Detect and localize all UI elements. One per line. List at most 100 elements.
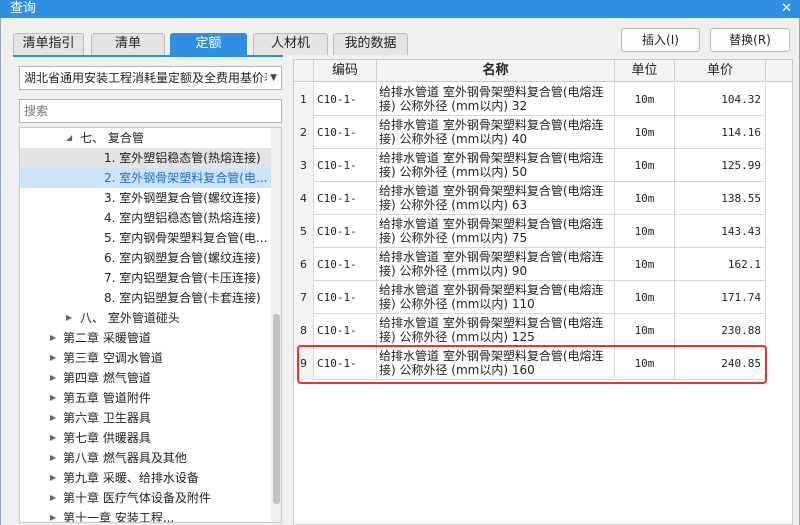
tree-item-label: 第五章 管道附件	[63, 391, 151, 405]
tree-item[interactable]: ◢ 七、 复合管	[20, 128, 273, 148]
table-header: 编码 名称 单位 单价	[294, 60, 792, 82]
tree-item[interactable]: 8. 室内铝塑复合管(卡套连接)	[20, 288, 273, 308]
expand-arrow-icon[interactable]: ▶	[50, 428, 56, 448]
row-unit: 10m	[615, 83, 675, 116]
tree-item-label: 第四章 燃气管道	[63, 371, 151, 385]
row-unit: 10m	[615, 347, 675, 380]
table-row[interactable]: 3C10-1-379给排水管道 室外钢骨架塑料复合管(电熔连接) 公称外径 (m…	[294, 149, 766, 182]
tab-quota[interactable]: 定额	[170, 33, 247, 55]
tab-my-data[interactable]: 我的数据	[333, 33, 408, 55]
window-titlebar: 查询 ✕	[0, 0, 800, 18]
row-code: C10-1-384	[314, 314, 377, 347]
tree-item[interactable]: ▶ 第十一章 安装工程...	[20, 508, 273, 522]
row-code: C10-1-381	[314, 215, 377, 248]
search-input[interactable]	[19, 99, 282, 123]
header-code[interactable]: 编码	[314, 60, 377, 82]
tree-item-label: 八、 室外管道碰头	[80, 311, 180, 325]
row-unit: 10m	[615, 314, 675, 347]
tree-item-label: 8. 室内铝塑复合管(卡套连接)	[104, 291, 261, 305]
tree-item[interactable]: ▶ 第七章 供暖器具	[20, 428, 273, 448]
tab-bill-guide[interactable]: 清单指引	[13, 33, 84, 55]
tree-item[interactable]: 4. 室内塑铝稳态管(热熔连接)	[20, 208, 273, 228]
tree-item[interactable]: 7. 室内铝塑复合管(卡压连接)	[20, 268, 273, 288]
dialog-body: 清单指引 清单 定额 人材机 我的数据 插入(I) 替换(R) 湖北省通用安装工…	[0, 18, 800, 525]
quota-library-select[interactable]: 湖北省通用安装工程消耗量定额及全费用基价表 ▼	[19, 66, 282, 90]
row-index: 4	[294, 182, 314, 215]
chevron-down-icon[interactable]: ▼	[267, 67, 277, 89]
tree-item[interactable]: ▶ 第十章 医疗气体设备及附件	[20, 488, 273, 508]
row-code: C10-1-378	[314, 116, 377, 149]
expand-arrow-icon[interactable]: ▶	[50, 368, 56, 388]
tree-item[interactable]: ▶ 第三章 空调水管道	[20, 348, 273, 368]
table-row[interactable]: 5C10-1-381给排水管道 室外钢骨架塑料复合管(电熔连接) 公称外径 (m…	[294, 215, 766, 248]
tree-item[interactable]: 3. 室外钢塑复合管(螺纹连接)	[20, 188, 273, 208]
collapse-arrow-icon[interactable]: ◢	[66, 128, 72, 148]
tree-item[interactable]: ▶ 第五章 管道附件	[20, 388, 273, 408]
row-index: 1	[294, 83, 314, 116]
expand-arrow-icon[interactable]: ▶	[50, 468, 56, 488]
tab-labor-material-machine[interactable]: 人材机	[253, 33, 328, 55]
table-row[interactable]: 6C10-1-382给排水管道 室外钢骨架塑料复合管(电熔连接) 公称外径 (m…	[294, 248, 766, 281]
table-row[interactable]: 7C10-1-383给排水管道 室外钢骨架塑料复合管(电熔连接) 公称外径 (m…	[294, 281, 766, 314]
tree-item[interactable]: ▶ 第八章 燃气器具及其他	[20, 448, 273, 468]
tab-bill[interactable]: 清单	[91, 33, 165, 55]
header-price[interactable]: 单价	[675, 60, 766, 82]
tree-item[interactable]: ▶ 第二章 采暖管道	[20, 328, 273, 348]
row-name: 给排水管道 室外钢骨架塑料复合管(电熔连接) 公称外径 (mm以内) 50	[377, 149, 615, 182]
expand-arrow-icon[interactable]: ▶	[66, 308, 72, 328]
table-row[interactable]: 2C10-1-378给排水管道 室外钢骨架塑料复合管(电熔连接) 公称外径 (m…	[294, 116, 766, 149]
row-index: 5	[294, 215, 314, 248]
table-row[interactable]: 9C10-1-385给排水管道 室外钢骨架塑料复合管(电熔连接) 公称外径 (m…	[294, 347, 766, 380]
tree-item[interactable]: 5. 室内钢骨架塑料复合管(电...	[20, 228, 273, 248]
tree-item-label: 7. 室内铝塑复合管(卡压连接)	[104, 271, 261, 285]
table-row[interactable]: 1C10-1-377给排水管道 室外钢骨架塑料复合管(电熔连接) 公称外径 (m…	[294, 83, 766, 116]
row-index: 9	[294, 347, 314, 380]
tree-item[interactable]: ▶ 八、 室外管道碰头	[20, 308, 273, 328]
tree-item-label: 第十章 医疗气体设备及附件	[63, 491, 211, 505]
tree-item-label: 第九章 采暖、给排水设备	[63, 471, 199, 485]
insert-button[interactable]: 插入(I)	[621, 28, 700, 52]
close-icon[interactable]: ✕	[781, 0, 792, 18]
table-row[interactable]: 8C10-1-384给排水管道 室外钢骨架塑料复合管(电熔连接) 公称外径 (m…	[294, 314, 766, 347]
expand-arrow-icon[interactable]: ▶	[50, 328, 56, 348]
row-name: 给排水管道 室外钢骨架塑料复合管(电熔连接) 公称外径 (mm以内) 63	[377, 182, 615, 215]
header-unit[interactable]: 单位	[615, 60, 675, 82]
tree-scrollbar-thumb[interactable]	[273, 314, 280, 504]
table-row[interactable]: 4C10-1-380给排水管道 室外钢骨架塑料复合管(电熔连接) 公称外径 (m…	[294, 182, 766, 215]
quota-library-value: 湖北省通用安装工程消耗量定额及全费用基价表	[24, 71, 277, 85]
expand-arrow-icon[interactable]: ▶	[50, 388, 56, 408]
expand-arrow-icon[interactable]: ▶	[50, 348, 56, 368]
expand-arrow-icon[interactable]: ▶	[50, 448, 56, 468]
tree-item[interactable]: 6. 室内钢塑复合管(螺纹连接)	[20, 248, 273, 268]
row-price: 125.99	[675, 149, 766, 182]
row-name: 给排水管道 室外钢骨架塑料复合管(电熔连接) 公称外径 (mm以内) 125	[377, 314, 615, 347]
row-price: 138.55	[675, 182, 766, 215]
row-name: 给排水管道 室外钢骨架塑料复合管(电熔连接) 公称外径 (mm以内) 32	[377, 83, 615, 116]
tree-scrollbar[interactable]	[271, 128, 281, 522]
tree-item[interactable]: 2. 室外钢骨架塑料复合管(电...	[20, 168, 273, 188]
replace-button[interactable]: 替换(R)	[710, 28, 790, 52]
tree-item-label: 第三章 空调水管道	[63, 351, 163, 365]
expand-arrow-icon[interactable]: ▶	[50, 408, 56, 428]
header-name[interactable]: 名称	[377, 60, 615, 82]
row-price: 230.88	[675, 314, 766, 347]
row-price: 104.32	[675, 83, 766, 116]
expand-arrow-icon[interactable]: ▶	[50, 508, 56, 522]
row-price: 240.85	[675, 347, 766, 380]
row-name: 给排水管道 室外钢骨架塑料复合管(电熔连接) 公称外径 (mm以内) 90	[377, 248, 615, 281]
row-unit: 10m	[615, 182, 675, 215]
tree-item-label: 4. 室内塑铝稳态管(热熔连接)	[104, 211, 261, 225]
row-index: 6	[294, 248, 314, 281]
tree-item-label: 1. 室外塑铝稳态管(热熔连接)	[104, 151, 261, 165]
tree-item[interactable]: ▶ 第九章 采暖、给排水设备	[20, 468, 273, 488]
tree-item[interactable]: ▶ 第六章 卫生器具	[20, 408, 273, 428]
row-name: 给排水管道 室外钢骨架塑料复合管(电熔连接) 公称外径 (mm以内) 75	[377, 215, 615, 248]
row-price: 162.1	[675, 248, 766, 281]
tree-item[interactable]: 1. 室外塑铝稳态管(热熔连接)	[20, 148, 273, 168]
tree-item[interactable]: ▶ 第四章 燃气管道	[20, 368, 273, 388]
row-unit: 10m	[615, 281, 675, 314]
expand-arrow-icon[interactable]: ▶	[50, 488, 56, 508]
window-title: 查询	[10, 1, 37, 16]
row-unit: 10m	[615, 215, 675, 248]
tree-item-label: 5. 室内钢骨架塑料复合管(电...	[104, 231, 268, 245]
